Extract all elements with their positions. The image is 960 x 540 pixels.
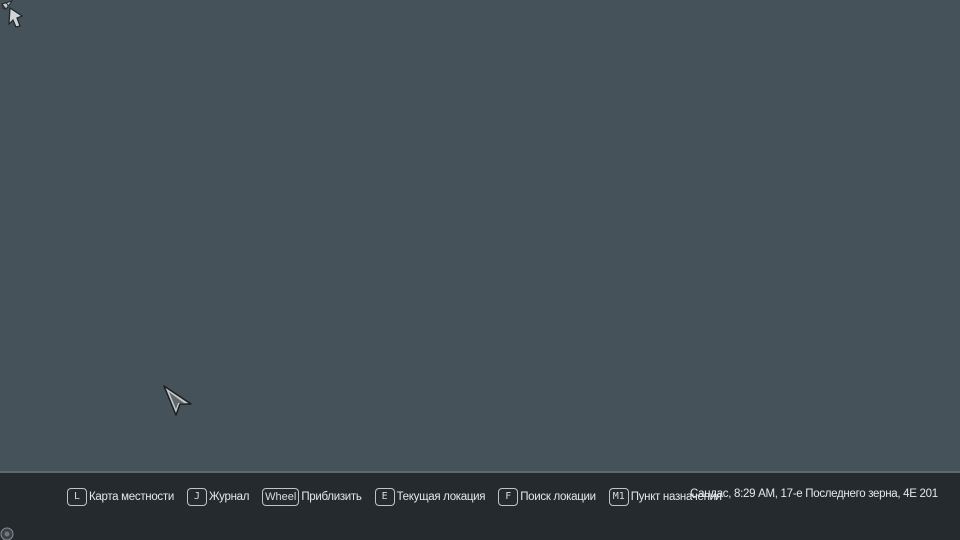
hint-label: Поиск локации	[520, 491, 596, 503]
key-badge: F	[498, 488, 519, 506]
hint-label: Журнал	[208, 491, 250, 503]
key-badge: J	[186, 488, 207, 506]
key-badge: M1	[608, 488, 629, 506]
key-badge: E	[374, 488, 395, 506]
hint-local-map[interactable]: L Карта местности	[67, 488, 174, 506]
hint-zoom[interactable]: Wheel Приблизить	[262, 488, 362, 506]
control-hints-bar: L Карта местности J Журнал Wheel Приблиз…	[0, 471, 960, 540]
hint-row: L Карта местности J Журнал Wheel Приблиз…	[67, 487, 735, 507]
hint-search-location[interactable]: F Поиск локации	[498, 488, 596, 506]
corner-emblem-icon	[0, 527, 14, 540]
player-marker-icon	[1, 0, 24, 28]
key-badge: Wheel	[262, 488, 300, 506]
date-time-status: Сандас, 8:29 AM, 17-е Последнего зерна, …	[690, 488, 938, 500]
hint-label: Текущая локация	[396, 491, 486, 503]
hint-journal[interactable]: J Журнал	[186, 488, 250, 506]
map-view[interactable]	[0, 0, 960, 471]
key-badge: L	[67, 488, 87, 506]
hint-current-location[interactable]: E Текущая локация	[374, 488, 486, 506]
map-cursor-icon	[163, 385, 192, 416]
world-map-screen: L Карта местности J Журнал Wheel Приблиз…	[0, 0, 960, 540]
hint-label: Приблизить	[301, 491, 362, 503]
hint-label: Карта местности	[89, 491, 174, 503]
